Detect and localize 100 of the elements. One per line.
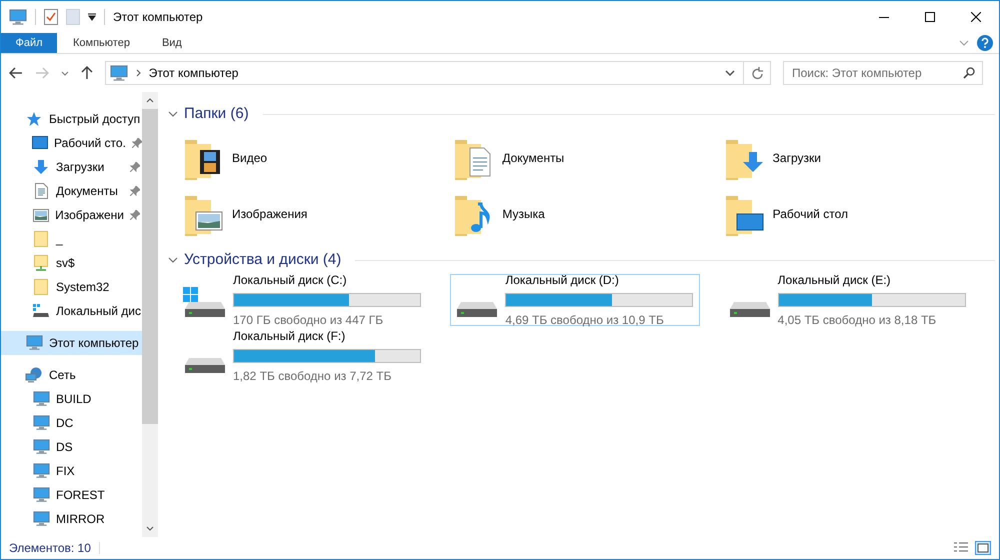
nav-item[interactable]: Локальный дис — [1, 299, 142, 323]
nav-item[interactable]: Загрузки — [1, 155, 142, 179]
up-arrow-icon[interactable] — [80, 66, 93, 80]
help-icon[interactable] — [977, 35, 993, 51]
drive-label: Локальный диск (E:) — [778, 272, 892, 289]
nav-item[interactable]: BUILD — [1, 387, 142, 411]
item-count: Элементов: 10 — [9, 540, 91, 557]
folder-tile[interactable]: Загрузки — [724, 130, 995, 186]
recent-dropdown-icon[interactable] — [60, 70, 69, 76]
nav-label: Этот компьютер — [49, 335, 139, 352]
dropdown-arrow-icon[interactable] — [88, 13, 96, 21]
scroll-down-icon[interactable] — [146, 526, 154, 531]
back-arrow-icon[interactable] — [9, 67, 23, 79]
drive-label: Локальный диск (C:) — [233, 272, 348, 289]
chevron-icon[interactable] — [168, 110, 178, 118]
nav-label: FOREST — [56, 487, 105, 504]
folder-tile[interactable]: Изображения — [184, 186, 454, 242]
nav-item[interactable]: _ — [1, 227, 142, 251]
group-title: Папки (6) — [184, 104, 249, 124]
refresh-icon[interactable] — [752, 66, 764, 80]
nav-label: BUILD — [56, 391, 92, 408]
address-path: Этот компьютер — [148, 65, 238, 82]
nav-item[interactable]: System32 — [1, 275, 142, 299]
folder-icon — [34, 231, 48, 247]
star-icon — [26, 111, 42, 127]
folder-label: Музыка — [502, 206, 545, 223]
nav-item[interactable]: Рабочий сто. — [1, 131, 142, 155]
computer-icon — [110, 64, 128, 82]
maximize-icon — [925, 12, 935, 22]
nav-label: Изображени — [55, 207, 124, 224]
computer-icon — [9, 8, 27, 26]
close-icon — [971, 12, 981, 22]
drive-label: Локальный диск (D:) — [505, 272, 620, 289]
nav-item[interactable]: FOREST — [1, 483, 142, 507]
tiles-view-icon[interactable] — [975, 541, 991, 555]
folder-label: Рабочий стол — [772, 206, 848, 223]
folder-tile[interactable]: Видео — [184, 130, 454, 186]
nav-item[interactable]: MIRROR — [1, 507, 142, 531]
nav-label: MIRROR — [56, 511, 105, 528]
details-view-icon[interactable] — [953, 542, 969, 554]
folder-tile[interactable]: Документы — [454, 130, 725, 186]
computer-icon — [32, 511, 50, 527]
nav-item[interactable]: sv$ — [1, 251, 142, 275]
ribbon-tab[interactable]: Файл — [1, 33, 57, 53]
ribbon-tab[interactable]: Компьютер — [57, 33, 146, 53]
nav-item[interactable]: DC — [1, 411, 142, 435]
computer-icon — [32, 415, 50, 431]
properties-icon[interactable] — [44, 9, 58, 25]
nav-item[interactable]: FIX — [1, 459, 142, 483]
drive-icon — [728, 301, 772, 317]
nav-label: DC — [56, 415, 74, 432]
nav-item[interactable]: Документы — [1, 179, 142, 203]
nav-item[interactable]: Быстрый доступ — [1, 107, 142, 131]
computer-icon — [32, 463, 50, 479]
computer-icon — [32, 439, 50, 455]
expand-ribbon-icon[interactable] — [959, 40, 969, 46]
drive-tile[interactable]: Локальный диск (C:) 170 ГБ свободно из 447 ГБ — [178, 274, 428, 326]
windows-logo-icon — [183, 287, 198, 302]
history-dropdown-icon[interactable] — [725, 70, 735, 76]
drive-tile[interactable]: Локальный диск (E:) 4,05 ТБ свободно из 8,18 ТБ — [722, 274, 973, 326]
drive-tile[interactable]: Локальный диск (D:) 4,69 ТБ свободно из 10,9 ТБ — [450, 274, 700, 326]
group-title: Устройства и диски (4) — [184, 250, 342, 270]
folder-tile[interactable]: Рабочий стол — [724, 186, 995, 242]
desktop-icon — [32, 136, 48, 150]
nav-label: DS — [56, 439, 73, 456]
free-space: 4,05 ТБ свободно из 8,18 ТБ — [778, 312, 938, 329]
nav-label: Сеть — [49, 367, 76, 384]
free-space: 1,82 ТБ свободно из 7,72 ТБ — [233, 368, 392, 385]
network-icon — [25, 367, 43, 383]
nav-item[interactable]: Этот компьютер — [1, 331, 142, 355]
search-icon — [963, 67, 975, 79]
nav-label: Рабочий сто. — [54, 135, 126, 152]
ribbon-tab[interactable]: Вид — [146, 33, 198, 53]
scroll-up-icon[interactable] — [146, 98, 154, 103]
nav-item[interactable]: Изображени — [1, 203, 142, 227]
free-space: 170 ГБ свободно из 447 ГБ — [233, 312, 384, 329]
picture-icon — [32, 208, 49, 222]
computer-icon — [32, 487, 50, 503]
drive-icon — [183, 357, 227, 373]
free-space: 4,69 ТБ свободно из 10,9 ТБ — [505, 312, 665, 329]
drive-icon — [455, 301, 500, 317]
nav-label: Локальный дис — [56, 303, 141, 320]
search-field[interactable]: Поиск: Этот компьютер — [783, 61, 983, 85]
nav-item[interactable]: Сеть — [1, 363, 142, 387]
scrollbar[interactable] — [142, 92, 158, 537]
nav-item[interactable]: DS — [1, 435, 142, 459]
folder-label: Загрузки — [772, 150, 821, 167]
drive-icon — [33, 304, 49, 318]
nav-label: sv$ — [56, 255, 75, 272]
chevron-icon[interactable] — [168, 256, 178, 264]
minimize-icon — [879, 16, 889, 18]
drive-label: Локальный диск (F:) — [233, 328, 346, 345]
folder-label: Документы — [502, 150, 564, 167]
address-bar[interactable]: Этот компьютер — [104, 61, 771, 85]
nav-label: Загрузки — [56, 159, 104, 176]
folder-tile[interactable]: Музыка — [454, 186, 725, 242]
nav-label: Быстрый доступ — [49, 111, 140, 128]
drive-tile[interactable]: Локальный диск (F:) 1,82 ТБ свободно из 7,72 ТБ — [178, 330, 428, 382]
nav-label: FIX — [56, 463, 75, 480]
computer-icon — [26, 335, 42, 351]
